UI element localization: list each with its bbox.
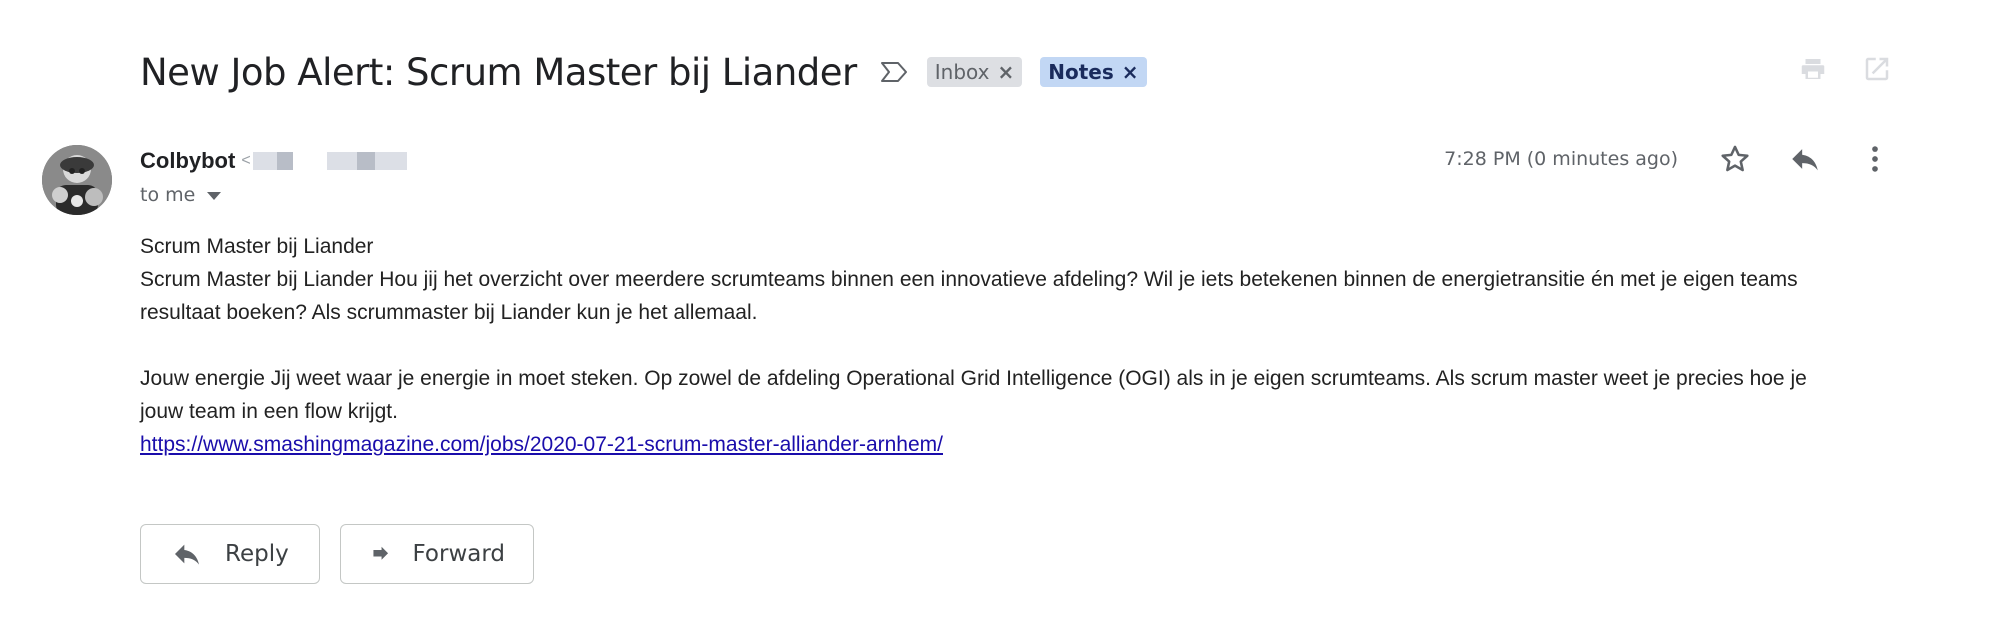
body-paragraph-1: Scrum Master bij Liander Hou jij het ove… <box>140 268 1798 324</box>
message-meta: 7:28 PM (0 minutes ago) <box>1444 142 1892 176</box>
label-chip-notes-text: Notes <box>1048 60 1114 84</box>
message-body: Scrum Master bij Liander Scrum Master bi… <box>140 230 1840 461</box>
body-heading-line: Scrum Master bij Liander <box>140 235 374 258</box>
sender-email-redacted: < <box>241 152 407 170</box>
remove-label-inbox-icon[interactable]: × <box>998 62 1015 82</box>
label-chip-notes: Notes × <box>1040 57 1147 87</box>
message-timestamp: 7:28 PM (0 minutes ago) <box>1444 148 1678 170</box>
recipient-text: to me <box>140 184 196 206</box>
recipient-details-toggle[interactable]: to me <box>140 184 222 206</box>
reply-button-label: Reply <box>225 541 289 567</box>
thread-toolbar <box>1798 54 1892 84</box>
body-paragraph-2: Jouw energie Jij weet waar je energie in… <box>140 367 1807 423</box>
reply-icon[interactable] <box>1788 142 1822 176</box>
remove-label-notes-icon[interactable]: × <box>1122 62 1139 82</box>
more-vert-icon[interactable] <box>1858 142 1892 176</box>
forward-icon <box>373 546 389 560</box>
print-icon[interactable] <box>1798 54 1828 84</box>
star-icon[interactable] <box>1718 142 1752 176</box>
subject-row: New Job Alert: Scrum Master bij Liander … <box>140 44 1147 100</box>
label-chip-inbox-text: Inbox <box>934 60 990 84</box>
label-important-outline-icon[interactable] <box>879 60 909 84</box>
email-subject: New Job Alert: Scrum Master bij Liander <box>140 50 857 94</box>
sender-avatar[interactable] <box>42 145 112 215</box>
job-link[interactable]: https://www.smashingmagazine.com/jobs/20… <box>140 433 943 456</box>
message-actions: Reply Forward <box>140 524 534 584</box>
forward-button[interactable]: Forward <box>340 524 534 584</box>
sender-email-bracket: < <box>241 152 251 169</box>
reply-icon <box>175 544 199 565</box>
chevron-down-icon <box>207 192 222 200</box>
reply-button[interactable]: Reply <box>140 524 320 584</box>
sender-name[interactable]: Colbybot <box>140 148 235 174</box>
label-chip-inbox: Inbox × <box>926 57 1023 87</box>
forward-button-label: Forward <box>412 541 506 567</box>
sender-row: Colbybot < <box>140 148 407 174</box>
open-in-new-window-icon[interactable] <box>1862 54 1892 84</box>
avatar-image <box>42 145 112 215</box>
